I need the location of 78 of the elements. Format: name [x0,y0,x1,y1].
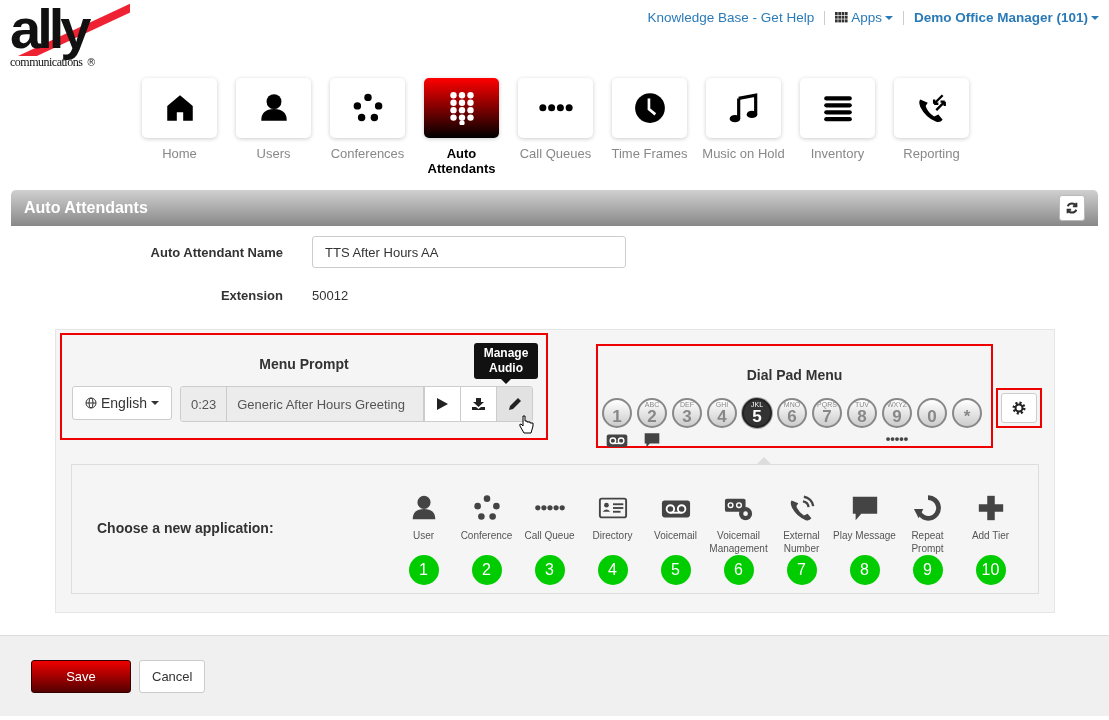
section-title: Auto Attendants [24,199,148,217]
nav-tile[interactable] [518,78,593,138]
nav-tile[interactable] [330,78,405,138]
nav-tile[interactable] [236,78,311,138]
dots-icon [534,505,565,511]
nav-label: Reporting [902,146,961,161]
nav-tile[interactable] [800,78,875,138]
number-badge: 9 [912,555,943,585]
nav-tile[interactable] [894,78,969,138]
circular-arrow-icon [912,493,943,523]
application-label: External Number [782,529,821,555]
application-label: Repeat Prompt [910,529,945,555]
application-label: User [412,529,435,543]
application-label: Voicemail Management [708,529,769,555]
user-menu[interactable]: Demo Office Manager (101) [913,10,1099,25]
prompt-name: Generic After Hours Greeting [227,387,425,421]
choose-application-label: Choose a new application: [97,520,275,536]
number-badge: 10 [975,555,1006,585]
dial-key[interactable]: 1 [602,398,632,428]
nav-label: Auto Attendants [426,146,497,176]
apps-menu[interactable]: Apps [835,10,893,25]
globe-icon [85,397,97,409]
number-badge: 3 [534,555,565,585]
help-link[interactable]: Knowledge Base - Get Help [647,10,815,25]
nav-tile[interactable] [142,78,217,138]
download-icon [472,398,486,410]
refresh-icon [1065,201,1079,215]
nav-label: Users [255,146,292,161]
number-badge: 8 [849,555,880,585]
save-button[interactable]: Save [31,659,131,693]
clock-icon [632,91,667,125]
tooltip: Manage Audio [474,343,538,384]
nav-label: Music on Hold [701,146,786,161]
dots-icon [886,437,908,442]
dial-key[interactable]: * [952,398,982,428]
edit-button[interactable] [496,387,533,421]
refresh-button[interactable] [1059,195,1085,221]
play-button[interactable] [424,387,461,421]
duration-label: 0:23 [180,387,228,421]
field-value: 50012 [312,287,350,305]
number-badge: 4 [597,555,628,585]
download-button[interactable] [460,387,497,421]
hand-cursor-icon [518,415,534,435]
application-label: Voicemail [654,529,697,543]
registered-mark: ® [86,57,97,69]
speech-bubble-icon [643,430,661,449]
language-dropdown[interactable]: English [72,386,172,420]
number-badge: 5 [660,555,691,585]
dots-icon [538,104,573,112]
nav-tile[interactable] [706,78,781,138]
settings-icon [1012,401,1026,415]
application-label: Conference [460,529,513,543]
pencil-icon [508,398,521,410]
field-label: Auto Attendant Name [149,244,283,260]
number-badge: 6 [723,555,754,585]
nav-label: Call Queues [518,146,593,161]
nav-tile[interactable] [424,78,499,138]
dots-circle-icon [471,493,502,523]
nav-label: Conferences [329,146,406,161]
application-label: Add Tier [971,529,1010,543]
application-label: Call Queue [524,529,575,543]
menu-prompt-title: Menu Prompt [259,356,349,372]
name-input-field[interactable]: TTS After Hours AA [312,236,626,268]
grid-icon [835,12,849,23]
field-label: Extension [219,288,283,303]
number-badge: 7 [786,555,817,585]
number-badge: 2 [471,555,502,585]
dial-key[interactable]: 0 [917,398,947,428]
application-label: Directory [592,529,633,543]
dial-pad-title: Dial Pad Menu [746,367,843,383]
nav-tile[interactable] [612,78,687,138]
application-label: Play Message [833,529,896,543]
nav-label: Home [161,146,198,161]
nav-label: Inventory [809,146,866,161]
nav-label: Time Frames [610,146,689,161]
play-icon [437,398,449,410]
number-badge: 1 [408,555,439,585]
cancel-button[interactable]: Cancel [139,659,206,693]
